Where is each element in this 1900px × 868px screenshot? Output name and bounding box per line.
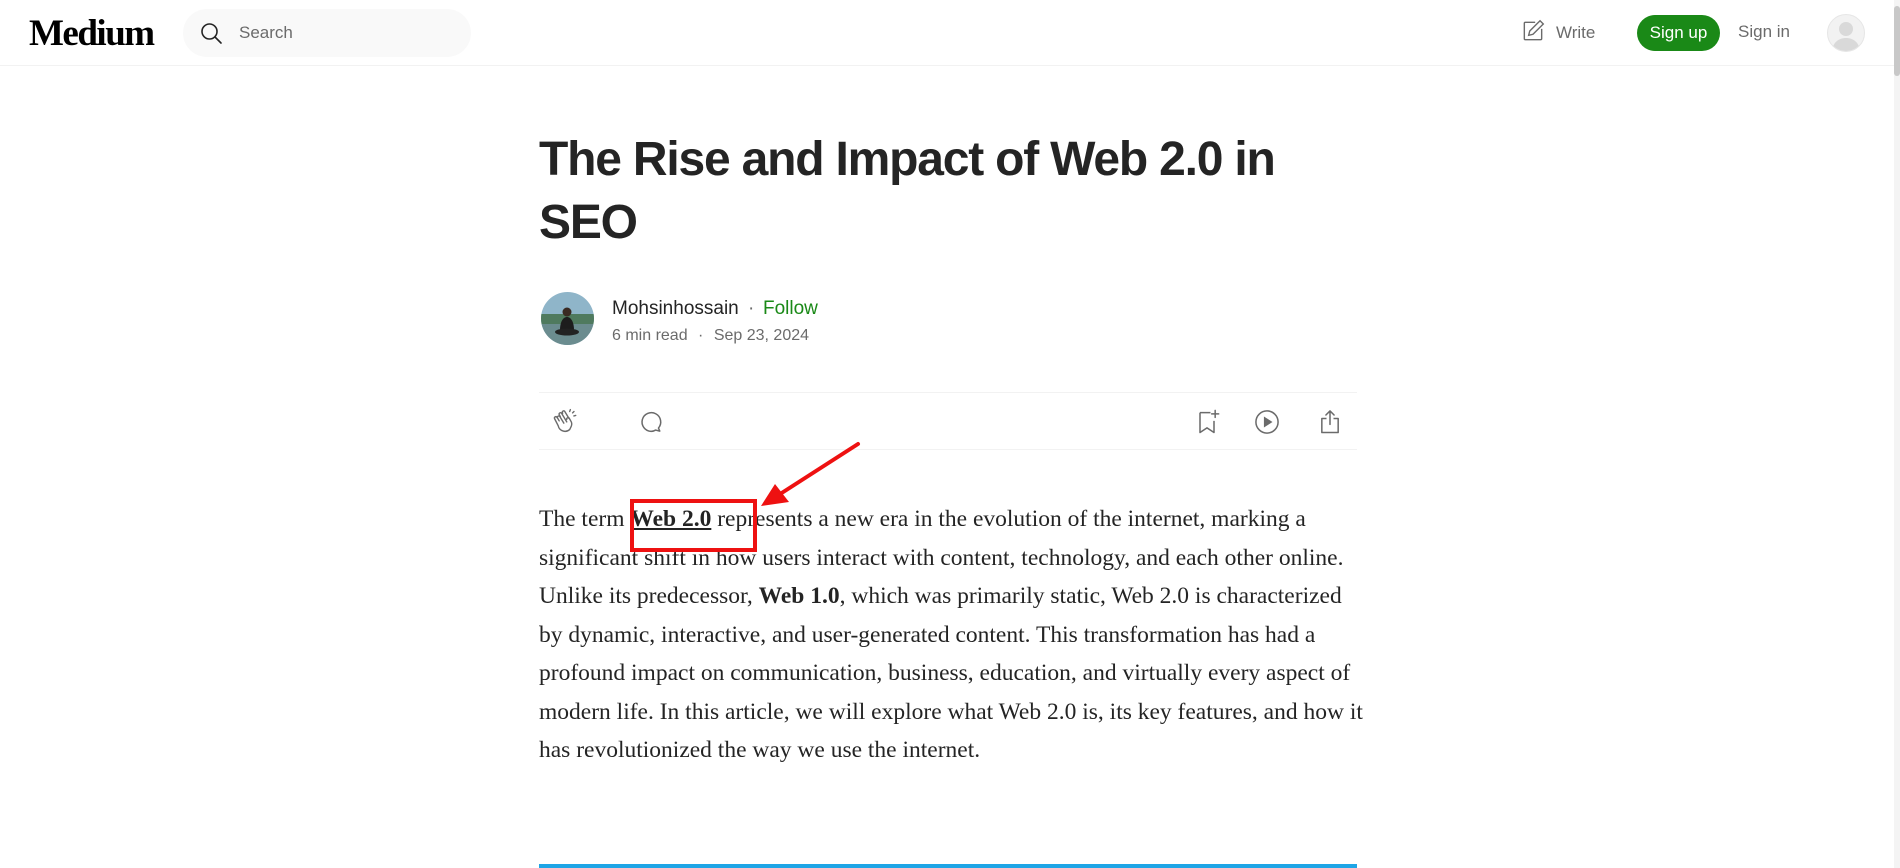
sign-up-button[interactable]: Sign up bbox=[1637, 15, 1720, 51]
article-meta: 6 min read · Sep 23, 2024 bbox=[612, 327, 809, 345]
share-icon[interactable] bbox=[1316, 408, 1344, 436]
search-input[interactable] bbox=[239, 23, 449, 43]
write-label: Write bbox=[1556, 23, 1596, 42]
scrollbar-thumb[interactable] bbox=[1894, 6, 1900, 76]
clap-icon[interactable] bbox=[551, 408, 579, 436]
paragraph-text-1: The term bbox=[539, 506, 631, 532]
meta-separator: · bbox=[698, 327, 704, 344]
follow-button[interactable]: Follow bbox=[763, 298, 818, 320]
publish-date: Sep 23, 2024 bbox=[713, 327, 810, 344]
author-avatar[interactable] bbox=[541, 292, 594, 345]
separator-dot: · bbox=[748, 298, 755, 319]
annotation-arrow-icon bbox=[755, 438, 865, 513]
author-name[interactable]: Mohsinhossain bbox=[612, 298, 739, 320]
sign-in-link[interactable]: Sign in bbox=[1738, 22, 1790, 42]
web-1-0-bold: Web 1.0 bbox=[758, 583, 840, 609]
default-user-icon bbox=[1832, 22, 1860, 51]
article-title: The Rise and Impact of Web 2.0 in SEO bbox=[539, 133, 1276, 249]
search-box[interactable] bbox=[183, 9, 471, 57]
read-time: 6 min read bbox=[612, 327, 688, 344]
article-action-bar bbox=[539, 392, 1357, 450]
annotation-highlight-box bbox=[630, 499, 757, 552]
write-button[interactable]: Write bbox=[1520, 17, 1595, 49]
paragraph-text-3: , which was primarily static, Web 2.0 is… bbox=[539, 583, 1363, 763]
user-avatar[interactable] bbox=[1827, 14, 1865, 52]
top-navigation-bar: Medium Write Sign up Sign in bbox=[0, 0, 1900, 66]
medium-logo[interactable]: Medium bbox=[29, 12, 155, 55]
comment-bubble-icon[interactable] bbox=[637, 408, 665, 436]
pencil-square-icon bbox=[1520, 18, 1546, 49]
embed-top-border bbox=[539, 864, 1357, 868]
play-circle-icon[interactable] bbox=[1253, 408, 1281, 436]
page-scrollbar[interactable] bbox=[1894, 0, 1900, 868]
bookmark-add-icon[interactable] bbox=[1193, 408, 1221, 436]
search-icon bbox=[199, 21, 223, 50]
